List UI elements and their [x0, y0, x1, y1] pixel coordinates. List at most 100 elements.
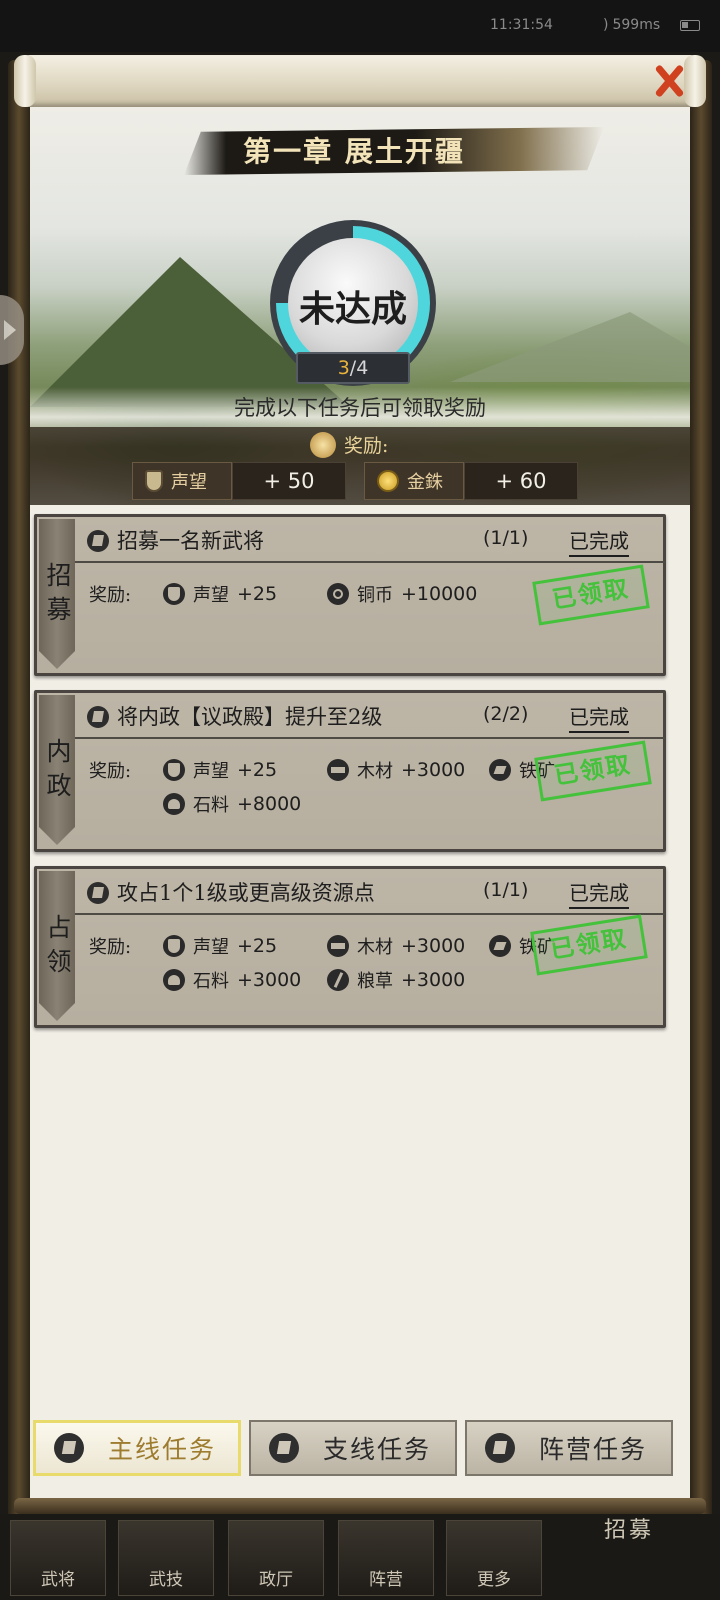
shield-icon: [163, 759, 185, 781]
reward-name: 金銖: [407, 472, 443, 493]
reward-name: 声望: [171, 472, 207, 493]
reward-item-value: +10000: [401, 583, 478, 605]
frame-left-rod: [8, 60, 30, 1540]
tab-char: 政: [46, 771, 72, 800]
reward-item: 声望 +25: [163, 933, 277, 959]
task-count: (1/1): [483, 527, 529, 549]
nav-skills[interactable]: 武技: [118, 1520, 214, 1596]
network-latency: ) 599ms: [603, 17, 660, 33]
reward-item-value: +3000: [401, 935, 466, 957]
tab-char: 领: [46, 947, 72, 976]
task-category-tab: 占领: [39, 871, 75, 1021]
grain-icon: [327, 969, 349, 991]
scroll-icon: [87, 530, 109, 552]
scroll-bottom-rod: [14, 1498, 706, 1514]
task-title: 攻占1个1级或更高级资源点: [117, 881, 375, 905]
reward-chest-icon: [310, 431, 336, 458]
close-button[interactable]: [646, 58, 692, 104]
task-category-label: 占领: [45, 911, 73, 979]
reward-item-value: +3000: [401, 759, 466, 781]
nav-recruit[interactable]: 招募: [604, 1512, 654, 1544]
progress-total: 4: [356, 357, 369, 379]
reward-item-name: 木材: [357, 937, 393, 958]
shield-icon: [145, 470, 163, 492]
reward-item-name: 铜币: [357, 585, 393, 606]
nav-hall[interactable]: 政厅: [228, 1520, 324, 1596]
reward-label: 奖励:: [89, 585, 132, 606]
tab-faction-quests[interactable]: 阵营任务: [465, 1420, 673, 1476]
reward-item: 石料 +3000: [163, 967, 301, 993]
reward-item: 粮草 +3000: [327, 967, 465, 993]
system-status-bar: 11:31:54 ) 599ms: [0, 0, 720, 52]
latency-value: 599ms: [612, 17, 661, 33]
task-title: 将内政【议政殿】提升至2级: [117, 705, 383, 729]
chapter-progress-count: 3/4: [296, 352, 410, 384]
task-category-label: 招募: [45, 559, 73, 627]
task-category-label: 内政: [45, 735, 73, 803]
reward-label: 奖励:: [89, 937, 132, 958]
tab-label: 主线任务: [108, 1435, 217, 1464]
chapter-reward-reputation: 声望 + 50: [132, 462, 346, 500]
claimed-stamp: 已领取: [532, 564, 650, 626]
reward-item: 声望 +25: [163, 581, 277, 607]
battery-icon: [680, 20, 700, 31]
scroll-icon: [87, 706, 109, 728]
reward-item-name: 石料: [193, 971, 229, 992]
far-hills-art: [450, 312, 690, 382]
copper-coin-icon: [327, 583, 349, 605]
reward-header-label: 奖励:: [344, 435, 389, 457]
reward-item-name: 声望: [193, 937, 229, 958]
tab-label: 阵营任务: [539, 1435, 648, 1464]
tab-main-quests[interactable]: 主线任务: [33, 1420, 241, 1476]
tab-char: 募: [46, 595, 72, 624]
reward-item-name: 木材: [357, 761, 393, 782]
wood-icon: [327, 935, 349, 957]
reward-item: 石料 +8000: [163, 791, 301, 817]
chapter-reward-gold: 金銖 + 60: [364, 462, 578, 500]
scroll-icon: [87, 882, 109, 904]
reward-item-name: 声望: [193, 585, 229, 606]
task-card-occupy[interactable]: 占领 攻占1个1级或更高级资源点 (1/1) 已完成 奖励: 声望 +25 木材 +…: [34, 866, 666, 1028]
scroll-icon: [269, 1433, 299, 1463]
reward-item-name: 声望: [193, 761, 229, 782]
iron-ore-icon: [489, 935, 511, 957]
scroll-icon: [485, 1433, 515, 1463]
reward-label: 奖励:: [89, 761, 132, 782]
reward-item: 铜币 +10000: [327, 581, 477, 607]
scroll-top-bar: [14, 55, 706, 107]
nav-generals[interactable]: 武将: [10, 1520, 106, 1596]
task-title: 招募一名新武将: [117, 529, 264, 553]
task-count: (1/1): [483, 879, 529, 901]
stone-icon: [163, 793, 185, 815]
tab-side-quests[interactable]: 支线任务: [249, 1420, 457, 1476]
task-card-recruit[interactable]: 招募 招募一名新武将 (1/1) 已完成 奖励: 声望 +25 铜币 +10000 …: [34, 514, 666, 676]
reward-name-box: 金銖: [364, 462, 464, 500]
wood-icon: [327, 759, 349, 781]
tab-label: 支线任务: [323, 1435, 432, 1464]
reward-item-value: +25: [237, 759, 278, 781]
shield-icon: [163, 935, 185, 957]
tab-char: 占: [46, 913, 72, 942]
signal-icon: ): [603, 17, 609, 33]
reward-item: 木材 +3000: [327, 933, 465, 959]
reward-item-value: +8000: [237, 793, 302, 815]
task-count: (2/2): [483, 703, 529, 725]
claimed-stamp: 已领取: [530, 914, 648, 976]
nav-faction[interactable]: 阵营: [338, 1520, 434, 1596]
progress-current: 3: [337, 357, 350, 379]
tab-char: 招: [46, 561, 72, 590]
task-status: 已完成: [569, 701, 629, 733]
task-status: 已完成: [569, 525, 629, 557]
task-category-tab: 内政: [39, 695, 75, 845]
reward-item-value: +3000: [237, 969, 302, 991]
nav-more[interactable]: 更多: [446, 1520, 542, 1596]
stone-icon: [163, 969, 185, 991]
claimed-stamp: 已领取: [534, 740, 652, 802]
reward-value: + 50: [232, 462, 346, 500]
reward-item-value: +3000: [401, 969, 466, 991]
reward-item-value: +25: [237, 583, 278, 605]
chapter-title: 第一章 展土开疆: [243, 135, 465, 168]
reward-item-name: 粮草: [357, 971, 393, 992]
gold-coin-icon: [377, 470, 399, 492]
task-card-internal-affairs[interactable]: 内政 将内政【议政殿】提升至2级 (2/2) 已完成 奖励: 声望 +25 木材 +…: [34, 690, 666, 852]
